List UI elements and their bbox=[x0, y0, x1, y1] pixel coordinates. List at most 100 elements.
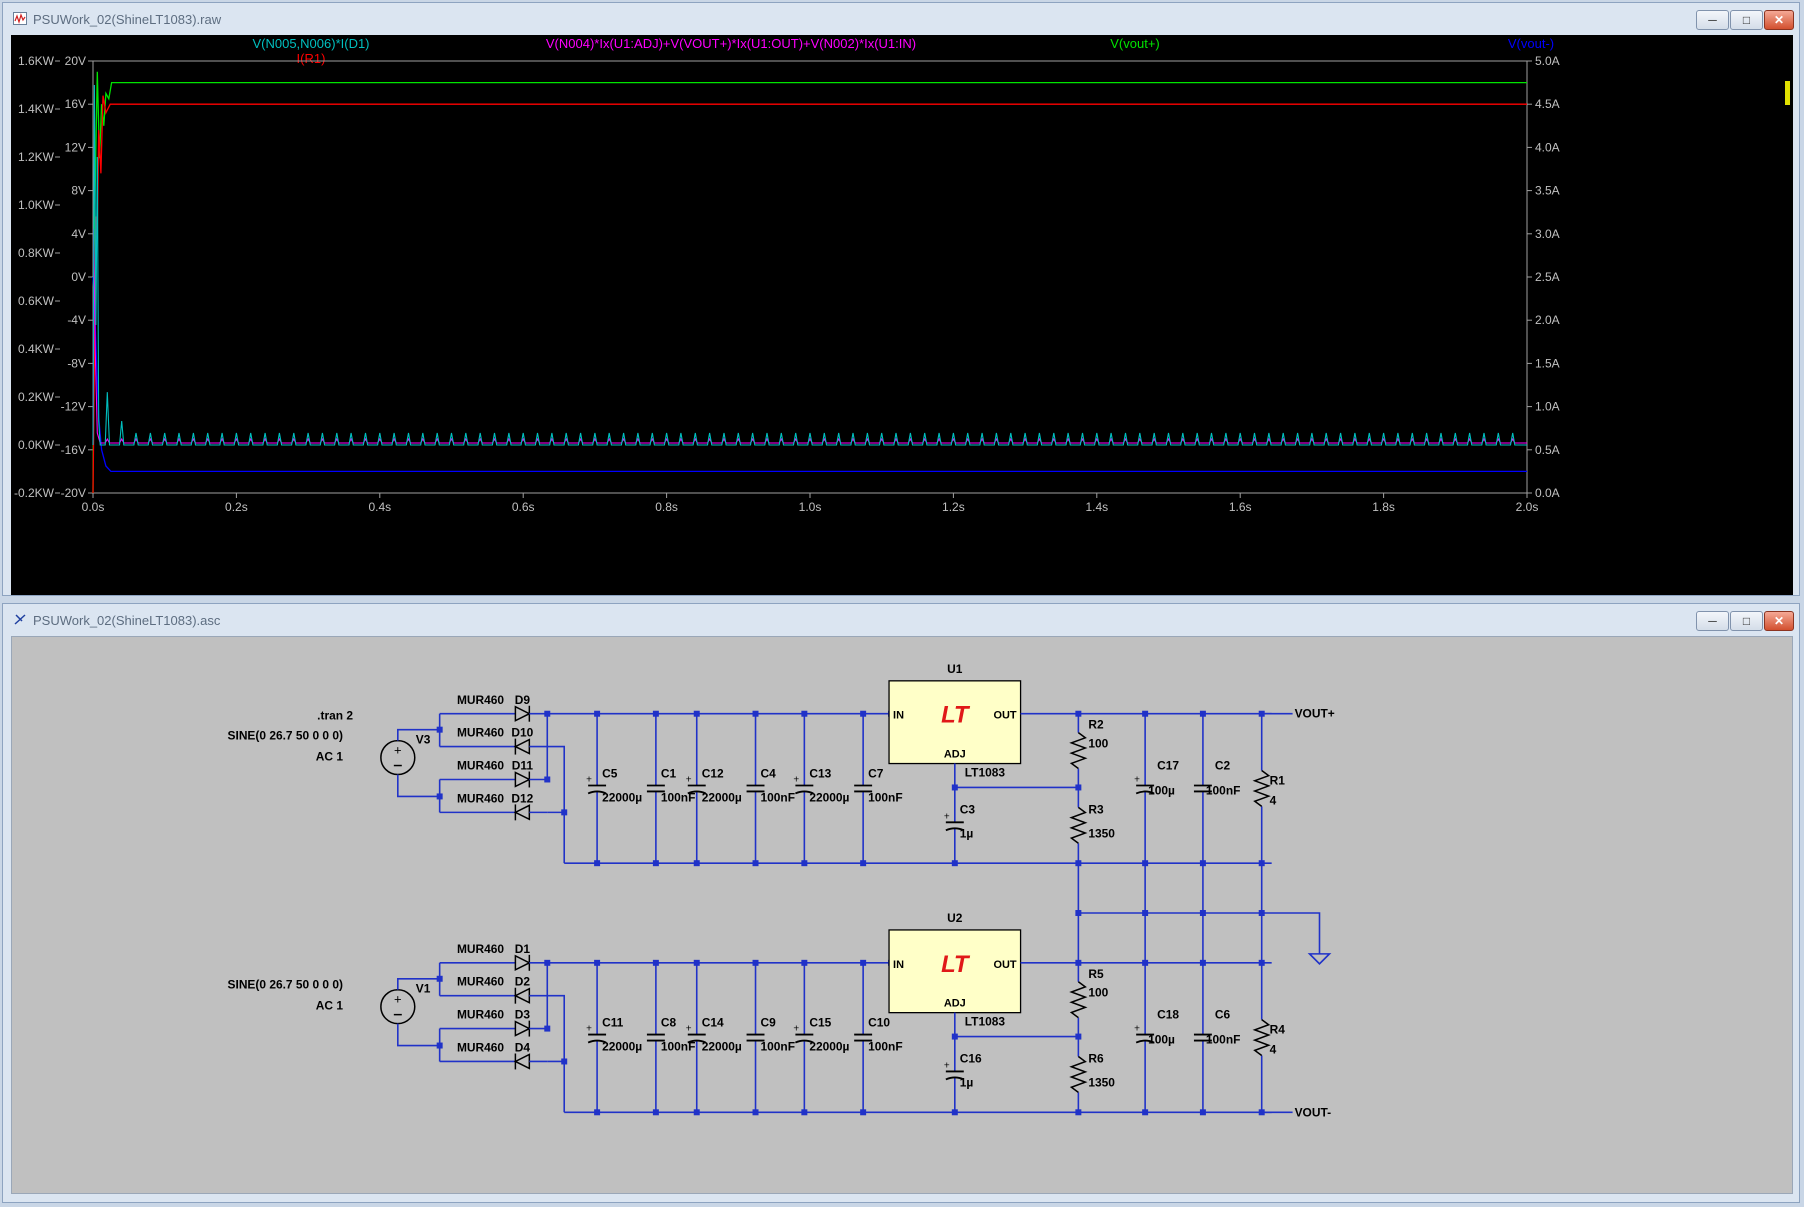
net-label-vout-plus: VOUT+ bbox=[1295, 707, 1335, 721]
resistor-value: 1350 bbox=[1088, 826, 1115, 840]
cap-ref: C15 bbox=[809, 1016, 831, 1030]
trace-regulator-power bbox=[92, 228, 1527, 446]
waveform-titlebar[interactable]: PSUWork_02(ShineLT1083).raw ─ □ ✕ bbox=[3, 3, 1799, 35]
y-kw-tick-label: 0.6KW bbox=[18, 294, 55, 308]
capacitor-c15[interactable]: + bbox=[793, 962, 814, 1113]
junction bbox=[436, 975, 443, 982]
resistor-r3[interactable] bbox=[1069, 787, 1088, 864]
regulator-ref: U2 bbox=[947, 911, 963, 925]
junction bbox=[544, 776, 551, 783]
junction bbox=[1258, 910, 1265, 916]
window-title: PSUWork_02(ShineLT1083).asc bbox=[33, 613, 221, 628]
y-a-tick-label: 1.0A bbox=[1535, 400, 1560, 414]
junction bbox=[1075, 910, 1082, 916]
voltage-source-v3[interactable]: + bbox=[380, 739, 416, 776]
y-kw-tick-label: 1.0KW bbox=[18, 198, 55, 212]
spice-directive: .tran 2 bbox=[317, 709, 353, 723]
regulator-u2[interactable]: LT IN OUT ADJ bbox=[888, 929, 1022, 1014]
resistor-r6[interactable] bbox=[1069, 1036, 1088, 1113]
capacitor-c8[interactable] bbox=[646, 962, 665, 1113]
svg-text:+: + bbox=[394, 743, 402, 758]
resistor-ref: R2 bbox=[1088, 718, 1104, 732]
legend-cyan-series[interactable]: V(N005,N006)*I(D1) bbox=[252, 36, 369, 51]
capacitor-c12[interactable]: + bbox=[686, 713, 707, 864]
plot-frame bbox=[92, 60, 1528, 494]
capacitor-c1[interactable] bbox=[646, 713, 665, 864]
diode-ref: D10 bbox=[511, 726, 533, 740]
svg-text:+: + bbox=[586, 774, 592, 785]
diode-model: MUR460 bbox=[457, 1041, 504, 1055]
svg-text:+: + bbox=[1134, 1024, 1140, 1035]
plot-traces bbox=[92, 71, 1527, 494]
junction bbox=[1142, 910, 1149, 916]
y-a-tick-label: 2.0A bbox=[1535, 313, 1560, 327]
waveform-window: PSUWork_02(ShineLT1083).raw ─ □ ✕ V(N005… bbox=[2, 2, 1800, 596]
y-a-tick-label: 4.0A bbox=[1535, 140, 1560, 154]
y-a-tick-label: 3.0A bbox=[1535, 227, 1560, 241]
capacitor-c5[interactable]: + bbox=[586, 713, 607, 864]
svg-text:+: + bbox=[686, 1024, 692, 1035]
trace-vout-plus bbox=[92, 71, 1527, 494]
diode-d3[interactable] bbox=[514, 1020, 532, 1037]
resistor-r5[interactable] bbox=[1069, 962, 1088, 1037]
schematic-canvas[interactable]: .tran 2 + V3 SINE(0 26.7 50 0 0 0) AC 1 MUR46… bbox=[11, 636, 1793, 1194]
y-kw-tick-label: 1.6KW bbox=[18, 54, 55, 68]
resistor-ref: R3 bbox=[1088, 802, 1104, 816]
capacitor-c14[interactable]: + bbox=[686, 962, 707, 1113]
capacitor-c11[interactable]: + bbox=[586, 962, 607, 1113]
junction bbox=[951, 860, 958, 867]
x-tick-label: 0.4s bbox=[368, 500, 391, 514]
y-a-tick-label: 1.5A bbox=[1535, 356, 1560, 370]
diode-d11[interactable] bbox=[514, 771, 532, 788]
maximize-button[interactable]: □ bbox=[1730, 611, 1763, 631]
cursor-marker[interactable] bbox=[1785, 81, 1790, 105]
minimize-button[interactable]: ─ bbox=[1696, 611, 1729, 631]
y-v-tick-label: 8V bbox=[71, 184, 86, 198]
capacitor-c9[interactable] bbox=[746, 962, 765, 1113]
diode-d10[interactable] bbox=[513, 738, 531, 755]
diode-d1[interactable] bbox=[514, 954, 532, 972]
maximize-button[interactable]: □ bbox=[1730, 10, 1763, 30]
capacitor-c7[interactable] bbox=[854, 713, 873, 864]
schematic-titlebar[interactable]: PSUWork_02(ShineLT1083).asc ─ □ ✕ bbox=[3, 604, 1799, 636]
diode-d2[interactable] bbox=[513, 987, 531, 1004]
legend-red-series[interactable]: I(R1) bbox=[297, 51, 326, 66]
legend-green-series[interactable]: V(vout+) bbox=[1110, 36, 1160, 51]
diode-ref: D3 bbox=[515, 1008, 531, 1022]
y-kw-tick-label: 1.2KW bbox=[18, 150, 55, 164]
svg-text:+: + bbox=[793, 774, 799, 785]
y-kw-tick-label: -0.2KW bbox=[14, 486, 55, 500]
y-kw-tick-label: 0.8KW bbox=[18, 246, 55, 260]
cap-ref: C12 bbox=[702, 766, 724, 780]
y-v-tick-label: -12V bbox=[61, 400, 86, 414]
capacitor-c13[interactable]: + bbox=[793, 713, 814, 864]
source-value: SINE(0 26.7 50 0 0 0) bbox=[228, 729, 343, 743]
diode-d9[interactable] bbox=[514, 705, 532, 722]
cap-value: 100nF bbox=[1206, 1033, 1241, 1047]
legend-magenta-series[interactable]: V(N004)*Ix(U1:ADJ)+V(VOUT+)*Ix(U1:OUT)+V… bbox=[546, 36, 916, 51]
legend-blue-series[interactable]: V(vout-) bbox=[1508, 36, 1554, 51]
capacitor-c10[interactable] bbox=[854, 962, 873, 1113]
net-label-vout-minus: VOUT- bbox=[1295, 1105, 1332, 1119]
x-tick-label: 1.6s bbox=[1229, 500, 1252, 514]
resistor-r1[interactable] bbox=[1252, 713, 1271, 864]
regulator-u1[interactable]: LT IN OUT ADJ bbox=[888, 680, 1022, 765]
close-button[interactable]: ✕ bbox=[1764, 10, 1794, 30]
minimize-button[interactable]: ─ bbox=[1696, 10, 1729, 30]
resistor-r4[interactable] bbox=[1252, 962, 1271, 1113]
cap-ref: C16 bbox=[960, 1051, 982, 1065]
diode-d4[interactable] bbox=[513, 1053, 531, 1070]
diode-model: MUR460 bbox=[457, 791, 504, 805]
plot-pane[interactable]: V(N005,N006)*I(D1) I(R1) V(N004)*Ix(U1:A… bbox=[11, 35, 1793, 595]
diode-d12[interactable] bbox=[513, 804, 531, 821]
close-button[interactable]: ✕ bbox=[1764, 611, 1794, 631]
resistor-r2[interactable] bbox=[1069, 713, 1088, 788]
source-ref: V3 bbox=[416, 733, 431, 747]
voltage-source-v1[interactable]: + bbox=[380, 988, 416, 1025]
capacitor-c4[interactable] bbox=[746, 713, 765, 864]
svg-text:+: + bbox=[586, 1024, 592, 1035]
x-tick-label: 2.0s bbox=[1516, 500, 1539, 514]
junction bbox=[561, 1058, 568, 1065]
y-kw-tick-label: 1.4KW bbox=[18, 102, 55, 116]
diode-model: MUR460 bbox=[457, 975, 504, 989]
